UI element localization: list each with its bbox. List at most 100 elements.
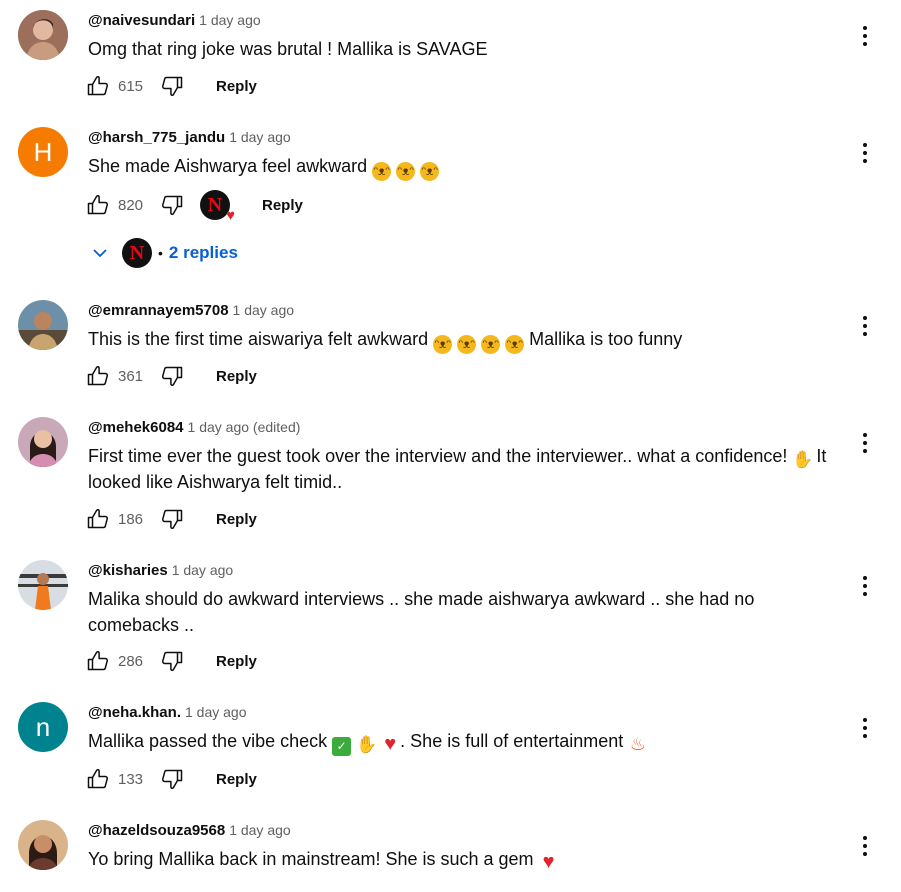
author-handle[interactable]: @naivesundari bbox=[88, 12, 195, 29]
reply-button[interactable]: Reply bbox=[216, 78, 257, 95]
comment-text-body: She made Aishwarya feel awkward bbox=[88, 156, 368, 176]
like-count: 615 bbox=[118, 77, 144, 95]
author-handle[interactable]: @neha.khan. bbox=[88, 704, 181, 721]
thumb-down-icon[interactable] bbox=[160, 193, 184, 217]
action-bar: 820 N ♥ Reply bbox=[86, 190, 303, 224]
heart-emoji-icon: ♥ bbox=[542, 851, 555, 873]
comment-meta: @naivesundari 1 day ago bbox=[88, 10, 261, 31]
avatar[interactable] bbox=[18, 10, 68, 60]
more-vert-icon[interactable] bbox=[853, 141, 877, 165]
avatar[interactable] bbox=[18, 820, 68, 870]
comment-time[interactable]: 1 day ago bbox=[229, 822, 291, 838]
comment-time[interactable]: 1 day ago bbox=[229, 129, 291, 145]
thumb-down-icon[interactable] bbox=[160, 507, 184, 531]
thumb-up-icon[interactable] bbox=[86, 649, 110, 673]
more-vert-icon[interactable] bbox=[853, 24, 877, 48]
joy-emoji-icon: ᵔᴥᵔ bbox=[433, 335, 453, 354]
like-count: 186 bbox=[118, 510, 144, 528]
action-bar: 615 Reply bbox=[86, 72, 257, 100]
author-handle[interactable]: @kisharies bbox=[88, 562, 168, 579]
comment-text-part: Mallika is too funny bbox=[529, 329, 683, 349]
like-count: 133 bbox=[118, 770, 144, 788]
heart-emoji-icon: ♥ bbox=[384, 733, 397, 755]
like-count: 286 bbox=[118, 652, 144, 670]
author-handle[interactable]: @harsh_775_jandu bbox=[88, 129, 225, 146]
avatar[interactable] bbox=[18, 417, 68, 467]
author-handle[interactable]: @mehek6084 bbox=[88, 419, 184, 436]
clap-emoji-icon: ✋ bbox=[792, 450, 814, 469]
netflix-n-icon: N bbox=[122, 238, 152, 268]
more-vert-icon[interactable] bbox=[853, 716, 877, 740]
more-vert-icon[interactable] bbox=[853, 431, 877, 455]
reply-button[interactable]: Reply bbox=[216, 771, 257, 788]
avatar-letter: H bbox=[33, 136, 53, 167]
comment-text: Yo bring Mallika back in mainstream! She… bbox=[88, 846, 833, 872]
reply-button[interactable]: Reply bbox=[262, 197, 303, 214]
avatar[interactable] bbox=[18, 560, 68, 610]
comment-meta: @hazeldsouza9568 1 day ago bbox=[88, 820, 291, 841]
like-count: 361 bbox=[118, 367, 144, 385]
comment-time[interactable]: 1 day ago bbox=[172, 562, 234, 578]
avatar[interactable]: n bbox=[18, 702, 68, 752]
comment-meta: @emrannayem5708 1 day ago bbox=[88, 300, 294, 321]
heart-icon: ♥ bbox=[226, 208, 235, 224]
comment-text: Mallika passed the vibe check ✓ ✋ ♥. She… bbox=[88, 728, 833, 756]
comment-text-part: First time ever the guest took over the … bbox=[88, 446, 788, 466]
rofl-emoji-icon: ᵔᴥᵔ bbox=[396, 162, 416, 181]
avatar-letter: n bbox=[35, 711, 51, 742]
check-mark-emoji-icon: ✓ bbox=[332, 737, 352, 756]
more-vert-icon[interactable] bbox=[853, 574, 877, 598]
reply-button[interactable]: Reply bbox=[216, 511, 257, 528]
comment-text-part: This is the first time aiswariya felt aw… bbox=[88, 329, 429, 349]
joy-emoji-icon: ᵔᴥᵔ bbox=[505, 335, 525, 354]
thumb-down-icon[interactable] bbox=[160, 767, 184, 791]
comment-text: Omg that ring joke was brutal ! Mallika … bbox=[88, 39, 488, 59]
comment-time[interactable]: 1 day ago bbox=[199, 12, 261, 28]
pinched-hand-emoji-icon: ✋ bbox=[356, 735, 378, 754]
comment-text-part: Mallika passed the vibe check bbox=[88, 731, 328, 751]
fire-emoji-icon: ♨ bbox=[629, 734, 646, 754]
comment-time[interactable]: 1 day ago (edited) bbox=[188, 419, 301, 435]
action-bar: 361 Reply bbox=[86, 362, 257, 390]
avatar[interactable]: H bbox=[18, 127, 68, 177]
comment-text-body: Yo bring Mallika back in mainstream! She… bbox=[88, 849, 534, 869]
comment-text: This is the first time aiswariya felt aw… bbox=[88, 326, 833, 354]
view-replies-button[interactable]: N • 2 replies bbox=[90, 237, 238, 269]
comment-time[interactable]: 1 day ago bbox=[185, 704, 247, 720]
replies-count-link[interactable]: 2 replies bbox=[169, 243, 238, 263]
joy-emoji-icon: ᵔᴥᵔ bbox=[457, 335, 477, 354]
comment-meta: @kisharies 1 day ago bbox=[88, 560, 233, 581]
reply-button[interactable]: Reply bbox=[216, 368, 257, 385]
like-count: 820 bbox=[118, 196, 144, 214]
separator-dot: • bbox=[158, 245, 163, 261]
thumb-down-icon[interactable] bbox=[160, 74, 184, 98]
chevron-down-icon bbox=[93, 249, 107, 258]
comment-time[interactable]: 1 day ago bbox=[233, 302, 295, 318]
action-bar: 133 Reply bbox=[86, 765, 257, 793]
more-vert-icon[interactable] bbox=[853, 834, 877, 858]
author-handle[interactable]: @hazeldsouza9568 bbox=[88, 822, 225, 839]
comment-meta: @harsh_775_jandu 1 day ago bbox=[88, 127, 291, 148]
thumb-up-icon[interactable] bbox=[86, 507, 110, 531]
comment-text: First time ever the guest took over the … bbox=[88, 443, 833, 495]
thumb-up-icon[interactable] bbox=[86, 767, 110, 791]
avatar[interactable] bbox=[18, 300, 68, 350]
thumb-up-icon[interactable] bbox=[86, 193, 110, 217]
thumb-up-icon[interactable] bbox=[86, 364, 110, 388]
netflix-n-icon: N bbox=[207, 193, 223, 216]
thumb-up-icon[interactable] bbox=[86, 74, 110, 98]
reply-button[interactable]: Reply bbox=[216, 653, 257, 670]
action-bar: 186 Reply bbox=[86, 505, 257, 533]
rofl-emoji-icon: ᵔᴥᵔ bbox=[420, 162, 440, 181]
author-handle[interactable]: @emrannayem5708 bbox=[88, 302, 229, 319]
creator-heart-badge: N ♥ bbox=[200, 190, 235, 224]
rofl-emoji-icon: ᵔᴥᵔ bbox=[372, 162, 392, 181]
joy-emoji-icon: ᵔᴥᵔ bbox=[481, 335, 501, 354]
comment-text-part: . She is full of entertainment bbox=[400, 731, 624, 751]
comment-meta: @mehek6084 1 day ago (edited) bbox=[88, 417, 300, 438]
thumb-down-icon[interactable] bbox=[160, 364, 184, 388]
action-bar: 286 Reply bbox=[86, 647, 257, 675]
thumb-down-icon[interactable] bbox=[160, 649, 184, 673]
comment-text: She made Aishwarya feel awkward ᵔᴥᵔ ᵔᴥᵔ … bbox=[88, 153, 833, 181]
more-vert-icon[interactable] bbox=[853, 314, 877, 338]
